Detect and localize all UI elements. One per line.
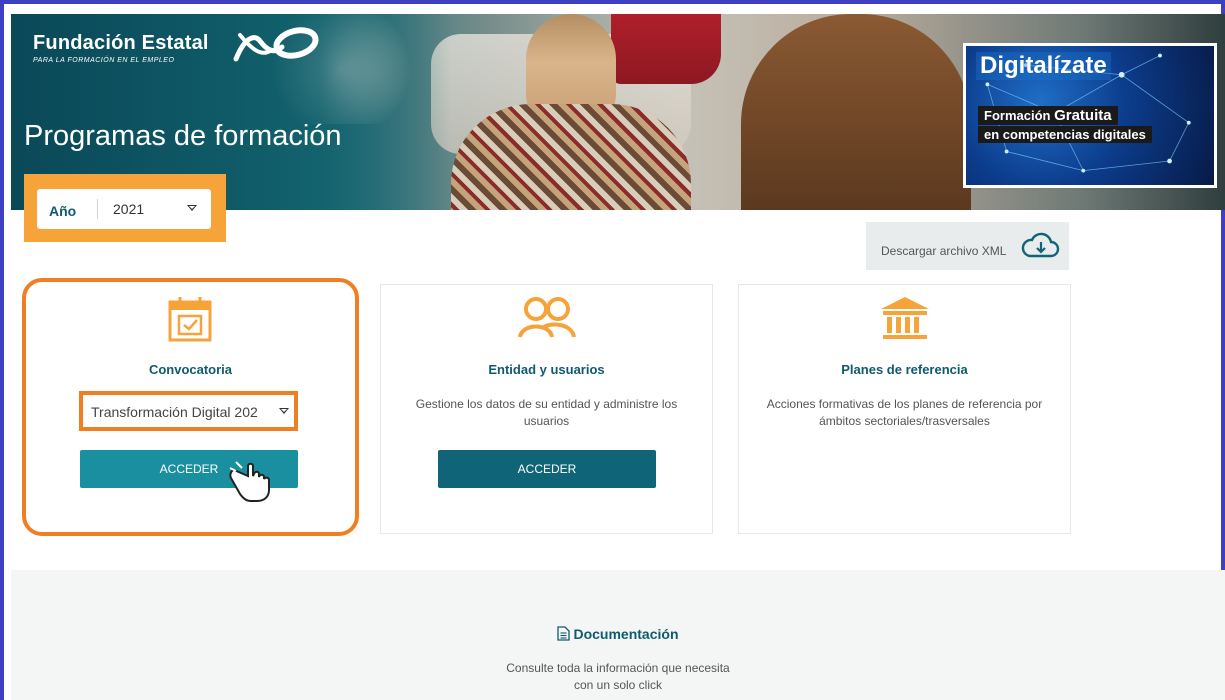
download-xml-label: Descargar archivo XML	[881, 244, 1007, 258]
planes-referencia-card: Planes de referencia Acciones formativas…	[738, 284, 1071, 534]
card-description: Acciones formativas de los planes de ref…	[766, 397, 1043, 428]
year-label: Año	[49, 203, 77, 219]
card-title: Convocatoria	[148, 362, 233, 377]
calendar-check-icon	[168, 297, 212, 342]
entidad-acceder-button[interactable]: ACCEDER	[438, 450, 656, 488]
entidad-usuarios-card: Entidad y usuarios Gestione los datos de…	[380, 284, 713, 534]
cloud-download-icon	[1021, 232, 1060, 258]
users-icon	[517, 297, 576, 338]
brand-subtitle: PARA LA FORMACIÓN EN EL EMPLEO	[33, 57, 175, 64]
brand[interactable]: Fundación Estatal PARA LA FORMACIÓN EN E…	[33, 32, 209, 64]
year-select[interactable]: Año 2021	[37, 189, 211, 229]
banner-line-2: en competencias digitales	[978, 126, 1152, 143]
download-xml-button[interactable]: Descargar archivo XML	[866, 222, 1069, 270]
page-title: Programas de formación	[24, 120, 342, 152]
chevron-down-icon	[187, 205, 197, 211]
documentation-section: Documentación Consulte toda la informaci…	[11, 570, 1225, 700]
year-value: 2021	[113, 201, 145, 217]
documentation-description: Consulte toda la información que necesit…	[506, 661, 730, 692]
documentation-link[interactable]: Documentación	[11, 626, 1225, 642]
hand-pointer-icon	[229, 461, 270, 502]
brand-name: Fundación Estatal	[33, 32, 209, 54]
document-icon	[557, 626, 571, 641]
banner-title: Digitalízate	[976, 52, 1111, 80]
institution-icon	[880, 297, 929, 339]
documentation-title: Documentación	[573, 626, 679, 642]
convocatoria-select[interactable]: Transformación Digital 202	[79, 391, 298, 431]
digitalizate-banner[interactable]: Digitalízate Formación Gratuita en compe…	[963, 43, 1217, 188]
card-title: Entidad y usuarios	[488, 362, 605, 377]
card-description: Gestione los datos de su entidad y admin…	[415, 397, 678, 428]
chevron-down-icon	[279, 408, 289, 414]
fundae-logo-icon	[233, 27, 319, 62]
banner-line-1: Formación Gratuita	[978, 106, 1118, 125]
card-title[interactable]: Planes de referencia	[739, 362, 1070, 377]
convocatoria-select-value: Transformación Digital 202	[91, 404, 258, 420]
